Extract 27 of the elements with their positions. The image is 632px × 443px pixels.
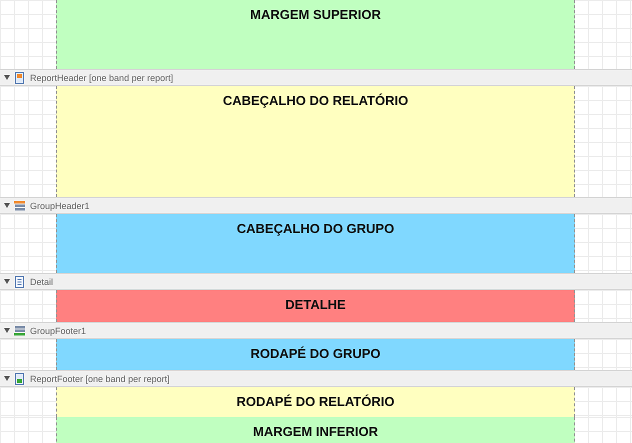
stacked-bars-icon (14, 200, 25, 212)
band-area[interactable]: RODAPÉ DO GRUPO (56, 339, 575, 370)
expand-arrow-icon[interactable] (4, 75, 10, 80)
band-area[interactable]: CABEÇALHO DO GRUPO (56, 214, 575, 273)
band-label: Detail (30, 276, 54, 286)
document-icon (14, 372, 25, 384)
band-title: CABEÇALHO DO GRUPO (236, 220, 394, 236)
band-label: GroupFooter1 (30, 326, 86, 336)
band-area[interactable]: MARGEM SUPERIOR (56, 0, 575, 69)
stacked-bars-icon (14, 324, 25, 336)
band-title: CABEÇALHO DO RELATÓRIO (222, 92, 408, 108)
document-icon (14, 72, 25, 84)
document-icon (14, 276, 25, 288)
band-label: ReportHeader [one band per report] (30, 72, 174, 82)
band-title: MARGEM SUPERIOR (250, 6, 381, 22)
band-area[interactable]: RODAPÉ DO RELATÓRIO (56, 387, 575, 417)
band-area[interactable]: DETALHE (56, 290, 575, 322)
band-area[interactable]: CABEÇALHO DO RELATÓRIO (56, 86, 575, 197)
band-title: DETALHE (285, 296, 346, 312)
band-label: ReportFooter [one band per report] (30, 374, 170, 384)
expand-arrow-icon[interactable] (4, 376, 10, 381)
band-title: RODAPÉ DO GRUPO (250, 345, 380, 361)
band-title: MARGEM INFERIOR (253, 423, 378, 439)
band-area[interactable]: MARGEM INFERIOR (56, 417, 575, 443)
band-title: RODAPÉ DO RELATÓRIO (236, 393, 394, 409)
band-label: GroupHeader1 (30, 200, 90, 210)
expand-arrow-icon[interactable] (4, 279, 10, 284)
